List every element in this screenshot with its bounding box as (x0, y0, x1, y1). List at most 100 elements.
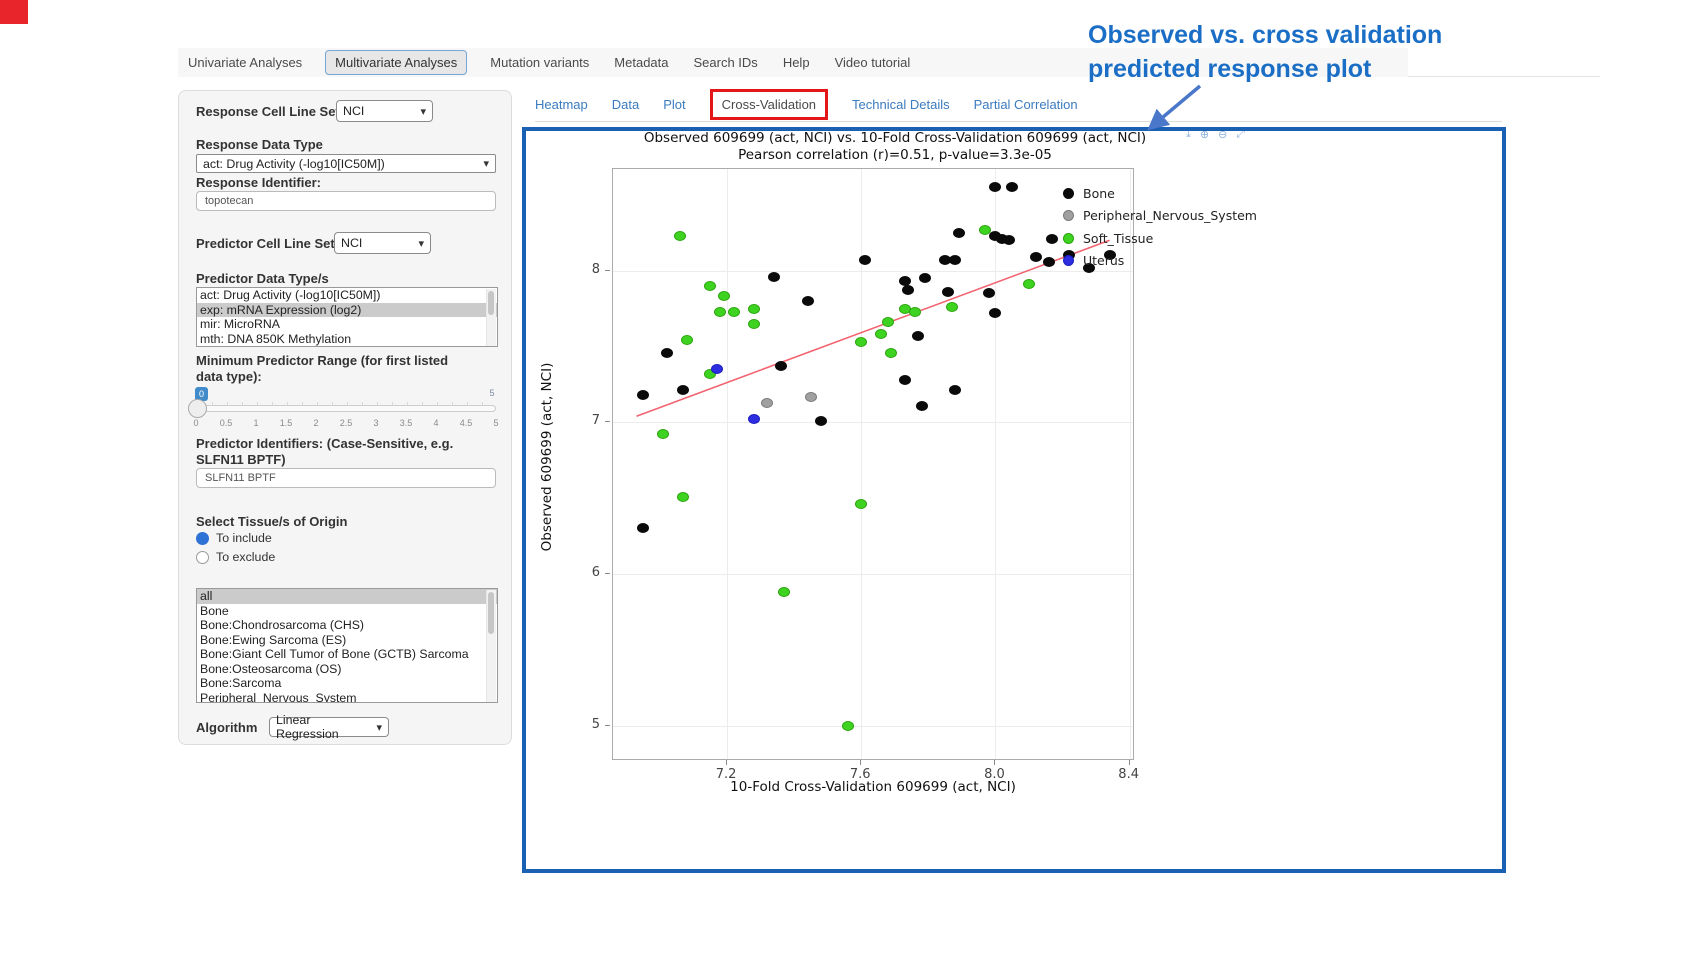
slider-max-label: 5 (489, 388, 494, 398)
tissue-option-bone-giant-cell-tumor-of-bone-gctb-sarcoma[interactable]: Bone:Giant Cell Tumor of Bone (GCTB) Sar… (197, 647, 497, 662)
x-tickmark (726, 760, 727, 765)
slider-tick-1: 1 (253, 418, 258, 428)
response-cell-line-set-label: Response Cell Line Set (196, 104, 340, 119)
response-cell-line-set-value: NCI (343, 104, 364, 118)
predictor-identifiers-input[interactable] (196, 468, 496, 488)
tissue-option-bone-sarcoma[interactable]: Bone:Sarcoma (197, 676, 497, 691)
callout-line1: Observed vs. cross validation (1088, 18, 1442, 52)
y-tick-label-8: 8 (574, 262, 600, 277)
nav-tab-video-tutorial[interactable]: Video tutorial (833, 50, 913, 75)
predictor-data-types-listbox: act: Drug Activity (-log10[IC50M])exp: m… (196, 287, 498, 347)
tissue-include-label: To include (216, 531, 272, 545)
response-data-type-label: Response Data Type (196, 137, 323, 152)
tab-plot[interactable]: Plot (663, 97, 685, 112)
nav-tab-help[interactable]: Help (781, 50, 812, 75)
tissue-listbox: allBoneBone:Chondrosarcoma (CHS)Bone:Ewi… (196, 588, 498, 703)
tissue-option-bone-chondrosarcoma-chs[interactable]: Bone:Chondrosarcoma (CHS) (197, 618, 497, 633)
response-cell-line-set-select[interactable]: NCI ▾ (336, 100, 433, 122)
nav-tab-metadata[interactable]: Metadata (612, 50, 670, 75)
tab-cross-validation[interactable]: Cross-Validation (710, 89, 828, 120)
autoscale-icon[interactable]: ⤢ (1236, 128, 1245, 141)
slider-tick-3: 3 (373, 418, 378, 428)
scatter-point-soft-tissue (728, 307, 740, 317)
nav-tab-univariate-analyses[interactable]: Univariate Analyses (186, 50, 304, 75)
response-data-type-value: act: Drug Activity (-log10[IC50M]) (203, 157, 385, 171)
scrollbar-thumb[interactable] (488, 592, 494, 634)
y-tickmark (605, 725, 610, 726)
scatter-point-bone (912, 331, 924, 341)
scatter-point-soft-tissue (979, 225, 991, 235)
tabs-divider (535, 121, 1502, 122)
tab-data[interactable]: Data (612, 97, 639, 112)
tissue-option-bone-osteosarcoma-os[interactable]: Bone:Osteosarcoma (OS) (197, 662, 497, 677)
app-window: Univariate Analyses Multivariate Analyses… (0, 0, 1700, 956)
scatter-point-bone (916, 401, 928, 411)
plot-area (612, 168, 1134, 760)
y-tickmark (605, 270, 610, 271)
y-axis-title: Observed 609699 (act, NCI) (539, 363, 555, 552)
predictor-data-type-option-mth-dna-850k-methylation[interactable]: mth: DNA 850K Methylation (197, 332, 497, 347)
scatter-point-bone (953, 228, 965, 238)
legend-item-uterus[interactable]: Uterus (1063, 250, 1257, 273)
scatter-point-soft-tissue (885, 348, 897, 358)
slider-tick-2.5: 2.5 (340, 418, 353, 428)
tissue-option-bone[interactable]: Bone (197, 604, 497, 619)
scatter-point-peripheral-nervous-system (761, 398, 773, 408)
min-predictor-range-slider[interactable] (196, 405, 496, 412)
slider-tick-1.5: 1.5 (280, 418, 293, 428)
tissue-option-peripheral-nervous-system[interactable]: Peripheral_Nervous_System (197, 691, 497, 704)
legend-label-uterus: Uterus (1083, 253, 1124, 268)
legend-item-peripheral-nervous-system[interactable]: Peripheral_Nervous_System (1063, 205, 1257, 228)
algorithm-select[interactable]: Linear Regression ▾ (269, 717, 389, 737)
tab-technical-details[interactable]: Technical Details (852, 97, 950, 112)
legend-marker-peripheral-nervous-system (1063, 210, 1074, 221)
slider-tick-0: 0 (193, 418, 198, 428)
predictor-data-type-option-mir-microrna[interactable]: mir: MicroRNA (197, 317, 497, 332)
tab-heatmap[interactable]: Heatmap (535, 97, 588, 112)
legend-item-soft-tissue[interactable]: Soft_Tissue (1063, 227, 1257, 250)
chevron-down-icon: ▾ (418, 237, 424, 250)
tissue-exclude-label: To exclude (216, 550, 275, 564)
x-tickmark (994, 760, 995, 765)
tissue-include-radio[interactable]: To include (196, 531, 272, 545)
legend-item-bone[interactable]: Bone (1063, 182, 1257, 205)
chevron-down-icon: ▾ (483, 157, 489, 170)
scatter-point-bone (661, 348, 673, 358)
response-data-type-select[interactable]: act: Drug Activity (-log10[IC50M]) ▾ (196, 154, 496, 173)
radio-selected-icon (196, 532, 209, 545)
y-tick-label-5: 5 (574, 717, 600, 732)
scatter-point-bone (802, 296, 814, 306)
predictor-cell-line-set-label: Predictor Cell Line Set (196, 236, 335, 251)
legend-label-soft-tissue: Soft_Tissue (1083, 231, 1153, 246)
predictor-data-type-option-exp-mrna-expression-log2[interactable]: exp: mRNA Expression (log2) (197, 303, 497, 318)
predictor-cell-line-set-select[interactable]: NCI ▾ (334, 232, 431, 254)
regression-line (613, 169, 1133, 759)
response-identifier-input[interactable] (196, 191, 496, 211)
tissue-option-bone-ewing-sarcoma-es[interactable]: Bone:Ewing Sarcoma (ES) (197, 633, 497, 648)
nav-tab-mutation-variants[interactable]: Mutation variants (488, 50, 591, 75)
scatter-point-soft-tissue (946, 302, 958, 312)
scatter-point-soft-tissue (674, 231, 686, 241)
nav-tab-multivariate-analyses[interactable]: Multivariate Analyses (325, 50, 467, 75)
legend-marker-soft-tissue (1063, 233, 1074, 244)
legend-label-peripheral-nervous-system: Peripheral_Nervous_System (1083, 208, 1257, 223)
slider-handle[interactable] (188, 399, 207, 418)
tissue-exclude-radio[interactable]: To exclude (196, 550, 275, 564)
scatter-point-bone (1043, 257, 1055, 267)
slider-tick-4.5: 4.5 (460, 418, 473, 428)
radio-unselected-icon (196, 551, 209, 564)
legend-label-bone: Bone (1083, 186, 1115, 201)
predictor-data-type-option-act-drug-activity-log10-ic50m[interactable]: act: Drug Activity (-log10[IC50M]) (197, 288, 497, 303)
scatter-point-soft-tissue (748, 319, 760, 329)
predictor-cell-line-set-value: NCI (341, 236, 362, 250)
y-tick-label-7: 7 (574, 413, 600, 428)
slider-tick-5: 5 (493, 418, 498, 428)
slider-tick-0.5: 0.5 (220, 418, 233, 428)
nav-tab-search-ids[interactable]: Search IDs (692, 50, 760, 75)
scatter-point-soft-tissue (714, 307, 726, 317)
scatter-point-bone (859, 255, 871, 265)
scatter-point-soft-tissue (748, 304, 760, 314)
tab-partial-correlation[interactable]: Partial Correlation (974, 97, 1078, 112)
scrollbar-thumb[interactable] (488, 291, 494, 315)
tissue-option-all[interactable]: all (197, 589, 497, 604)
